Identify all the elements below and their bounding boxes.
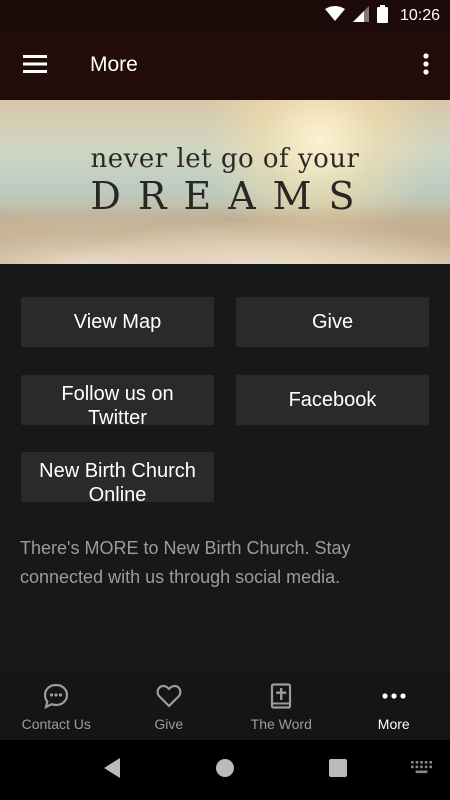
bible-icon [267,682,295,710]
church-online-button[interactable]: New Birth Church Online [21,452,214,502]
nav-item-contact-us[interactable]: Contact Us [0,672,113,740]
more-dots-icon [380,682,408,710]
follow-twitter-label-line1: Follow us on [61,383,174,405]
home-circle-icon [215,758,235,783]
cell-signal-icon [352,5,369,27]
bottom-nav: Contact Us Give The Word More [0,672,450,740]
keyboard-button[interactable] [410,758,434,782]
view-map-label: View Map [73,311,162,333]
follow-twitter-label-line2: Twitter [88,407,147,425]
nav-label-the-word: The Word [250,716,312,732]
wifi-icon [324,5,345,27]
church-online-label-line1: New Birth Church [39,460,196,482]
more-vert-icon [423,52,429,80]
back-button[interactable] [100,757,124,784]
hamburger-menu-icon [23,54,47,78]
back-triangle-icon [102,757,122,784]
status-bar: 10:26 [0,0,450,32]
banner-text-line1: never let go of your [90,144,360,174]
nav-label-contact-us: Contact Us [21,716,91,732]
view-map-button[interactable]: View Map [21,297,214,347]
recents-button[interactable] [326,758,350,782]
church-online-label-line2: Online [88,484,147,502]
recents-square-icon [329,758,347,782]
status-time: 10:26 [399,7,440,24]
overflow-menu-button[interactable] [414,46,438,86]
give-button[interactable]: Give [236,297,429,347]
heart-icon [155,682,183,710]
app-bar: More [0,32,450,100]
nav-label-more: More [377,716,410,732]
battery-icon [376,4,388,28]
home-button[interactable] [213,758,237,782]
banner-image: never let go of your DREAMS [0,100,450,264]
facebook-button[interactable]: Facebook [236,375,429,425]
facebook-label: Facebook [288,389,377,411]
page-title: More [90,53,138,76]
system-nav-bar [0,740,450,800]
status-icons: 10:26 [324,4,440,28]
nav-item-more[interactable]: More [338,672,450,740]
nav-item-give[interactable]: Give [113,672,226,740]
banner-text-line2: DREAMS [90,174,372,218]
menu-button[interactable] [14,46,56,86]
nav-item-the-word[interactable]: The Word [225,672,338,740]
chat-icon [42,682,70,710]
follow-twitter-button[interactable]: Follow us on Twitter [21,375,214,425]
give-label: Give [311,311,354,333]
keyboard-icon [411,760,433,780]
info-text: There's MORE to New Birth Church. Stay c… [20,538,351,587]
nav-label-give: Give [154,716,184,732]
